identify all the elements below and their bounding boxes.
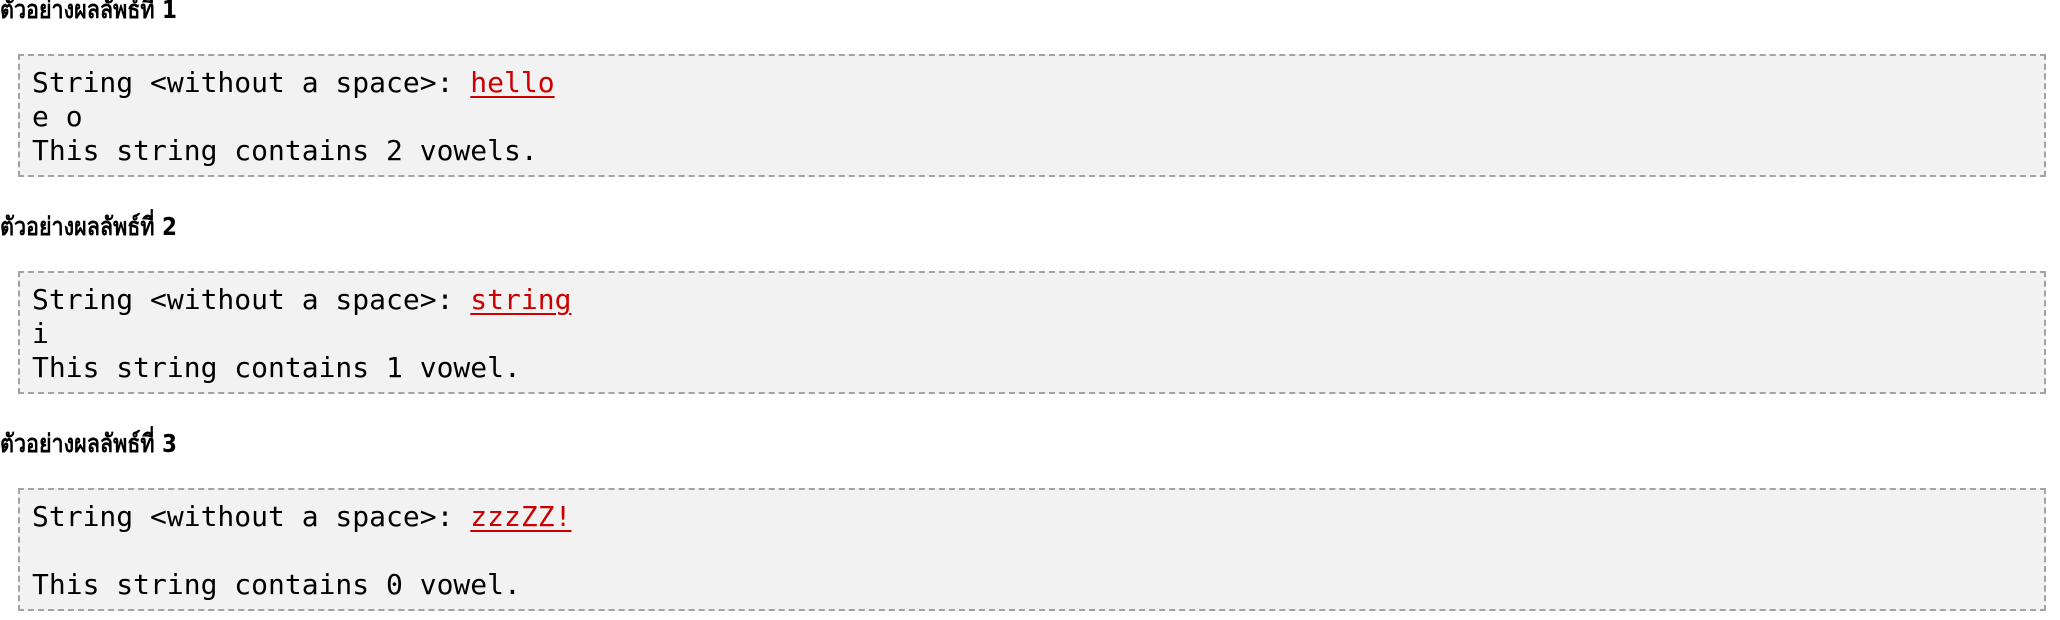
example-3-output-box: String <without a space>: zzzZZ! This str… [18,488,2046,611]
example-2-prompt: String <without a space>: [32,283,471,316]
example-3-heading: ตัวอย่างผลลัพธ์ที่ 3 [0,429,177,458]
example-2-vowels-line: i [32,317,49,350]
example-3-result-line: This string contains 0 vowel. [32,568,521,601]
example-3-user-input: zzzZZ! [470,500,572,533]
example-2-heading: ตัวอย่างผลลัพธ์ที่ 2 [0,212,177,241]
example-1-output-box: String <without a space>: hello e o This s… [18,54,2046,177]
example-1-prompt-line: String <without a space>: hello [32,66,2044,100]
example-2-result-line: This string contains 1 vowel. [32,351,521,384]
example-1-result-line: This string contains 2 vowels. [32,134,538,167]
example-3-prompt-line: String <without a space>: zzzZZ! [32,500,2044,534]
example-1-heading: ตัวอย่างผลลัพธ์ที่ 1 [0,0,177,24]
document-page: ตัวอย่างผลลัพธ์ที่ 1 String <without a s… [0,0,2060,620]
example-2-prompt-line: String <without a space>: string [32,283,2044,317]
example-2-output-box: String <without a space>: string i This st… [18,271,2046,394]
example-3-vowels-line [32,534,2044,568]
example-1-user-input: hello [470,66,555,99]
example-1-prompt: String <without a space>: [32,66,471,99]
example-1-vowels-line: e o [32,100,83,133]
example-2-user-input: string [470,283,572,316]
example-3-prompt: String <without a space>: [32,500,471,533]
